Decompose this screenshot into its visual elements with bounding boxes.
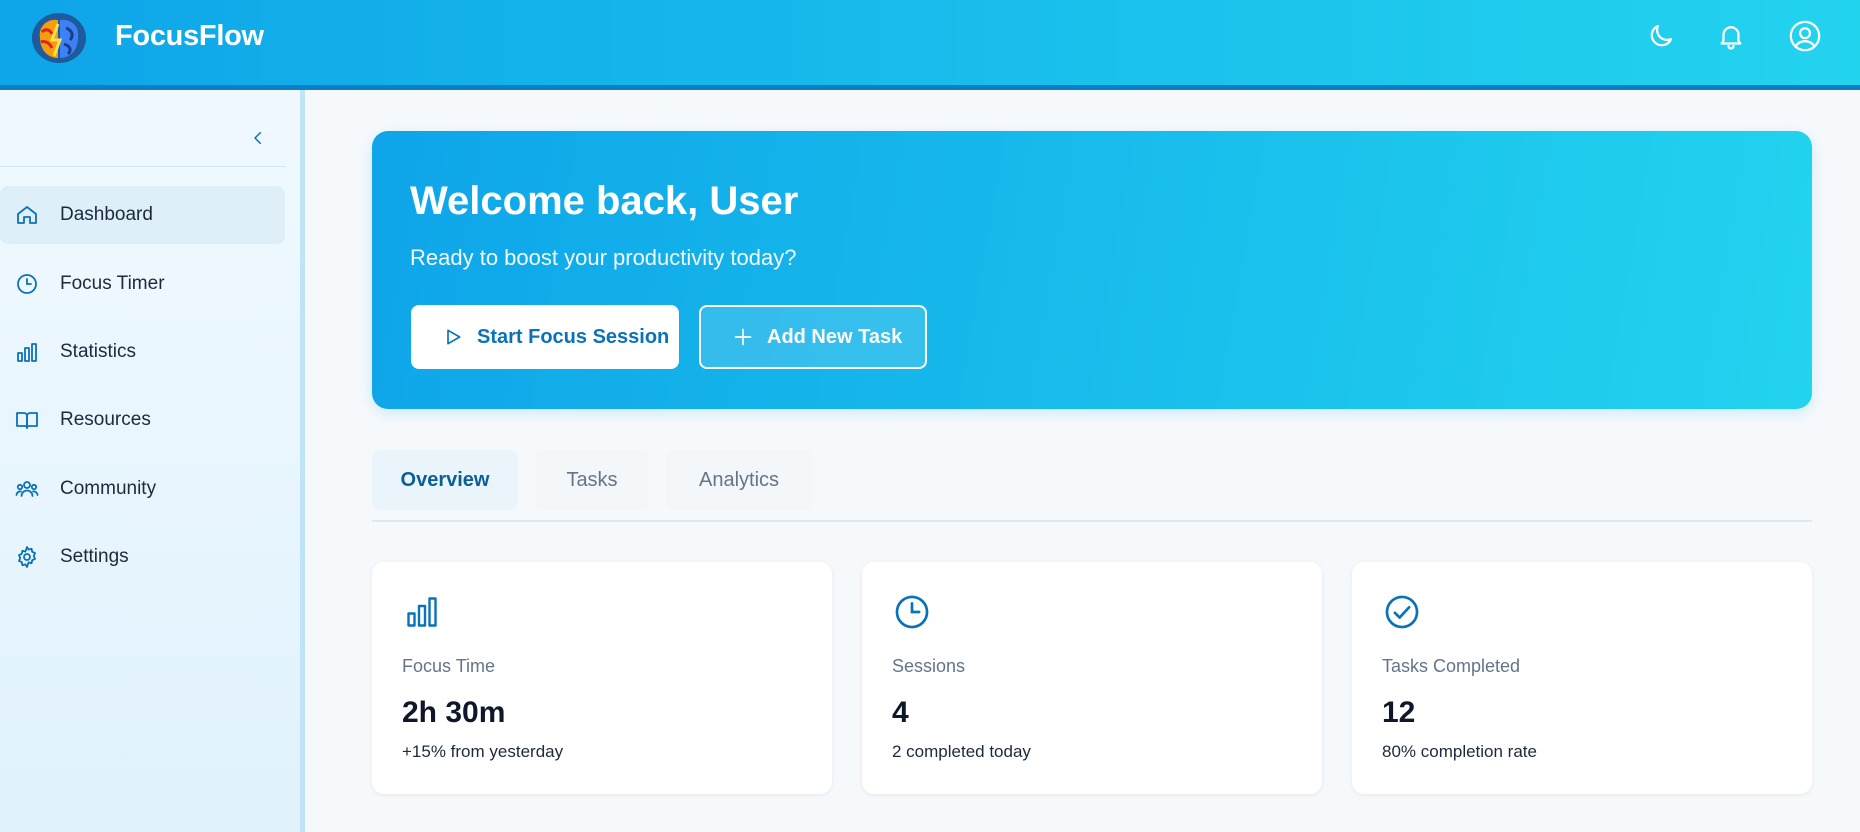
welcome-subtitle: Ready to boost your productivity today? (410, 245, 797, 270)
sidebar-item-settings[interactable]: Settings (0, 528, 285, 586)
stat-value: 2h 30m (402, 696, 506, 729)
sidebar: Dashboard Focus Timer Statistics Resourc… (0, 90, 305, 832)
sidebar-item-label: Settings (60, 546, 129, 567)
start-focus-session-label: Start Focus Session (477, 325, 670, 348)
home-icon (14, 202, 40, 228)
clock-icon (14, 271, 40, 297)
sidebar-item-label: Statistics (60, 341, 137, 362)
top-navigation-bar: FocusFlow (0, 0, 1860, 90)
sidebar-item-dashboard[interactable]: Dashboard (0, 186, 285, 244)
welcome-banner: Welcome back, User Ready to boost your p… (372, 131, 1812, 409)
gear-icon (14, 544, 40, 570)
sidebar-item-statistics[interactable]: Statistics (0, 323, 285, 381)
stat-note: 80% completion rate (1382, 742, 1537, 761)
sidebar-divider (0, 166, 286, 167)
start-focus-session-button[interactable]: Start Focus Session (411, 305, 679, 369)
sidebar-item-label: Focus Timer (60, 273, 165, 294)
stat-card-sessions: Sessions 4 2 completed today (862, 562, 1322, 794)
tab-tasks[interactable]: Tasks (536, 450, 648, 510)
book-icon (14, 407, 40, 433)
brain-logo-icon[interactable] (28, 10, 90, 66)
stat-label: Focus Time (402, 656, 496, 676)
sidebar-item-label: Dashboard (60, 204, 153, 225)
stat-card-tasks-completed: Tasks Completed 12 80% completion rate (1352, 562, 1812, 794)
check-circle-icon (1382, 592, 1422, 632)
clock-icon (892, 592, 932, 632)
sidebar-item-label: Community (60, 478, 157, 499)
tab-label: Tasks (566, 468, 618, 491)
bar-chart-icon (402, 592, 442, 632)
tab-label: Overview (400, 468, 490, 491)
tab-overview[interactable]: Overview (372, 450, 518, 510)
users-icon (14, 476, 40, 502)
stat-label: Sessions (892, 656, 966, 676)
tabs-divider (372, 520, 1812, 522)
stat-note: +15% from yesterday (402, 742, 564, 761)
stat-label: Tasks Completed (1382, 656, 1521, 676)
bell-icon[interactable] (1713, 18, 1749, 54)
tab-analytics[interactable]: Analytics (666, 450, 812, 510)
sidebar-item-community[interactable]: Community (0, 460, 285, 518)
chevron-left-icon[interactable] (246, 126, 270, 150)
user-circle-icon[interactable] (1787, 18, 1823, 54)
add-new-task-label: Add New Task (767, 325, 903, 348)
tab-label: Analytics (698, 468, 780, 491)
stat-note: 2 completed today (892, 742, 1031, 761)
sidebar-item-resources[interactable]: Resources (0, 391, 285, 449)
moon-icon[interactable] (1643, 18, 1679, 54)
play-icon (443, 327, 463, 347)
brand-name: FocusFlow (115, 20, 264, 52)
stat-card-focus-time: Focus Time 2h 30m +15% from yesterday (372, 562, 832, 794)
stat-value: 12 (1382, 696, 1416, 729)
stat-value: 4 (892, 696, 909, 729)
bar-chart-icon (14, 339, 40, 365)
add-new-task-button[interactable]: Add New Task (699, 305, 927, 369)
welcome-title: Welcome back, User (410, 179, 799, 223)
plus-icon (733, 327, 753, 347)
sidebar-item-label: Resources (60, 409, 151, 430)
sidebar-item-focus-timer[interactable]: Focus Timer (0, 255, 285, 313)
